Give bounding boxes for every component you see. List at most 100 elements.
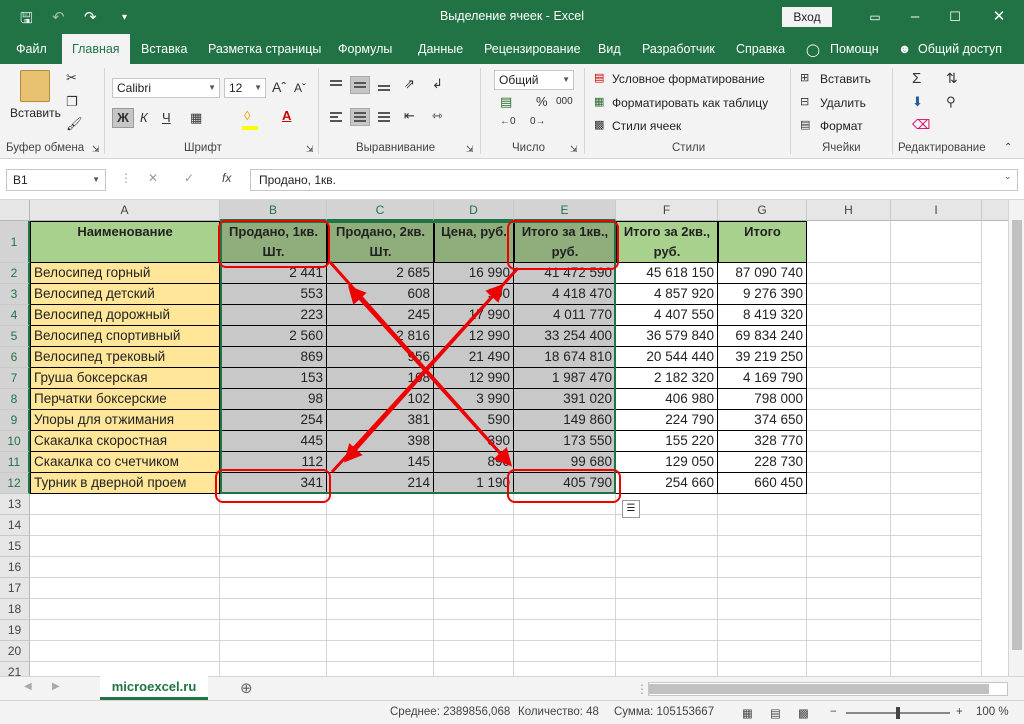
table-header-cell[interactable]: Наименование xyxy=(30,221,220,263)
empty-cell[interactable] xyxy=(434,515,514,536)
empty-cell[interactable] xyxy=(30,515,220,536)
tab-page-layout[interactable]: Разметка страницы xyxy=(208,42,321,56)
product-name-cell[interactable]: Велосипед детский xyxy=(30,284,220,305)
empty-cell[interactable] xyxy=(891,662,982,676)
empty-cell[interactable] xyxy=(891,263,982,284)
scrollbar-thumb[interactable] xyxy=(1012,220,1022,650)
shrink-font-icon[interactable]: Aˇ xyxy=(294,81,306,95)
orientation-icon[interactable]: ⇗ xyxy=(404,76,415,92)
product-name-cell[interactable]: Груша боксерская xyxy=(30,368,220,389)
column-header-e[interactable]: E xyxy=(514,200,616,221)
borders-icon[interactable]: ▦ xyxy=(190,110,202,126)
insert-cells-button[interactable]: Вставить xyxy=(820,72,871,86)
empty-cell[interactable] xyxy=(891,536,982,557)
value-cell[interactable]: 45 618 150 xyxy=(616,263,718,284)
font-name-combo[interactable]: Calibri ▼ xyxy=(112,78,220,98)
value-cell[interactable]: 4 418 470 xyxy=(514,284,616,305)
value-cell[interactable]: 956 xyxy=(327,347,434,368)
scrollbar-thumb[interactable] xyxy=(649,684,989,694)
value-cell[interactable]: 328 770 xyxy=(718,431,807,452)
value-cell[interactable]: 12 990 xyxy=(434,326,514,347)
copy-icon[interactable]: ❐ xyxy=(66,94,78,110)
value-cell[interactable]: 1 190 xyxy=(434,473,514,494)
value-cell[interactable]: 341 xyxy=(220,473,327,494)
align-center-button[interactable] xyxy=(350,108,370,126)
empty-cell[interactable] xyxy=(327,620,434,641)
formula-input[interactable]: Продано, 1кв. xyxy=(250,169,1018,191)
empty-cell[interactable] xyxy=(718,494,807,515)
value-cell[interactable]: 149 860 xyxy=(514,410,616,431)
align-top-button[interactable] xyxy=(326,76,346,94)
indent-icon[interactable]: ⇤ xyxy=(404,108,415,124)
zoom-out-icon[interactable]: − xyxy=(830,706,837,718)
empty-cell[interactable] xyxy=(30,620,220,641)
product-name-cell[interactable]: Скакалка со счетчиком xyxy=(30,452,220,473)
product-name-cell[interactable]: Упоры для отжимания xyxy=(30,410,220,431)
merge-center-icon[interactable]: ⇿ xyxy=(432,108,443,124)
empty-cell[interactable] xyxy=(891,221,982,263)
empty-cell[interactable] xyxy=(616,620,718,641)
table-header-cell[interactable]: Цена, руб. xyxy=(434,221,514,263)
row-header[interactable]: 10 xyxy=(0,431,30,452)
row-header[interactable]: 1 xyxy=(0,221,30,263)
row-header[interactable]: 17 xyxy=(0,578,30,599)
empty-cell[interactable] xyxy=(891,578,982,599)
value-cell[interactable]: 2 441 xyxy=(220,263,327,284)
row-header[interactable]: 13 xyxy=(0,494,30,515)
empty-cell[interactable] xyxy=(718,599,807,620)
empty-cell[interactable] xyxy=(891,431,982,452)
value-cell[interactable]: 87 090 740 xyxy=(718,263,807,284)
empty-cell[interactable] xyxy=(807,662,891,676)
empty-cell[interactable] xyxy=(220,557,327,578)
row-header[interactable]: 8 xyxy=(0,389,30,410)
value-cell[interactable]: 224 790 xyxy=(616,410,718,431)
empty-cell[interactable] xyxy=(807,578,891,599)
empty-cell[interactable] xyxy=(807,368,891,389)
clear-icon[interactable]: ⌫ xyxy=(912,117,930,133)
value-cell[interactable]: 155 220 xyxy=(616,431,718,452)
maximize-icon[interactable]: ☐ xyxy=(940,5,970,29)
horizontal-scrollbar[interactable] xyxy=(648,682,1008,696)
empty-cell[interactable] xyxy=(807,536,891,557)
empty-cell[interactable] xyxy=(327,494,434,515)
empty-cell[interactable] xyxy=(30,641,220,662)
value-cell[interactable]: 69 834 240 xyxy=(718,326,807,347)
empty-cell[interactable] xyxy=(807,641,891,662)
empty-cell[interactable] xyxy=(514,578,616,599)
bold-button[interactable]: Ж xyxy=(112,108,134,128)
value-cell[interactable]: 4 011 770 xyxy=(514,305,616,326)
empty-cell[interactable] xyxy=(718,515,807,536)
row-header[interactable]: 16 xyxy=(0,557,30,578)
format-as-table-button[interactable]: Форматировать как таблицу xyxy=(612,96,768,110)
value-cell[interactable]: 254 xyxy=(220,410,327,431)
product-name-cell[interactable]: Велосипед спортивный xyxy=(30,326,220,347)
value-cell[interactable]: 608 xyxy=(327,284,434,305)
value-cell[interactable]: 41 472 590 xyxy=(514,263,616,284)
value-cell[interactable]: 660 450 xyxy=(718,473,807,494)
normal-view-icon[interactable]: ▦ xyxy=(742,706,753,720)
empty-cell[interactable] xyxy=(30,599,220,620)
value-cell[interactable]: 36 579 840 xyxy=(616,326,718,347)
value-cell[interactable]: 4 857 920 xyxy=(616,284,718,305)
font-color-button[interactable]: А xyxy=(282,108,291,123)
value-cell[interactable]: 890 xyxy=(434,452,514,473)
empty-cell[interactable] xyxy=(327,515,434,536)
value-cell[interactable]: 254 660 xyxy=(616,473,718,494)
empty-cell[interactable] xyxy=(891,452,982,473)
value-cell[interactable]: 102 xyxy=(327,389,434,410)
empty-cell[interactable] xyxy=(807,557,891,578)
empty-cell[interactable] xyxy=(891,473,982,494)
row-header[interactable]: 14 xyxy=(0,515,30,536)
empty-cell[interactable] xyxy=(220,494,327,515)
product-name-cell[interactable]: Перчатки боксерские xyxy=(30,389,220,410)
empty-cell[interactable] xyxy=(327,578,434,599)
value-cell[interactable]: 245 xyxy=(327,305,434,326)
empty-cell[interactable] xyxy=(891,620,982,641)
value-cell[interactable]: 406 980 xyxy=(616,389,718,410)
italic-button[interactable]: К xyxy=(140,110,148,125)
cancel-icon[interactable]: ✕ xyxy=(148,171,158,185)
vertical-scrollbar[interactable] xyxy=(1008,200,1024,676)
value-cell[interactable]: 33 254 400 xyxy=(514,326,616,347)
product-name-cell[interactable]: Скакалка скоростная xyxy=(30,431,220,452)
cut-icon[interactable]: ✂ xyxy=(66,70,77,86)
